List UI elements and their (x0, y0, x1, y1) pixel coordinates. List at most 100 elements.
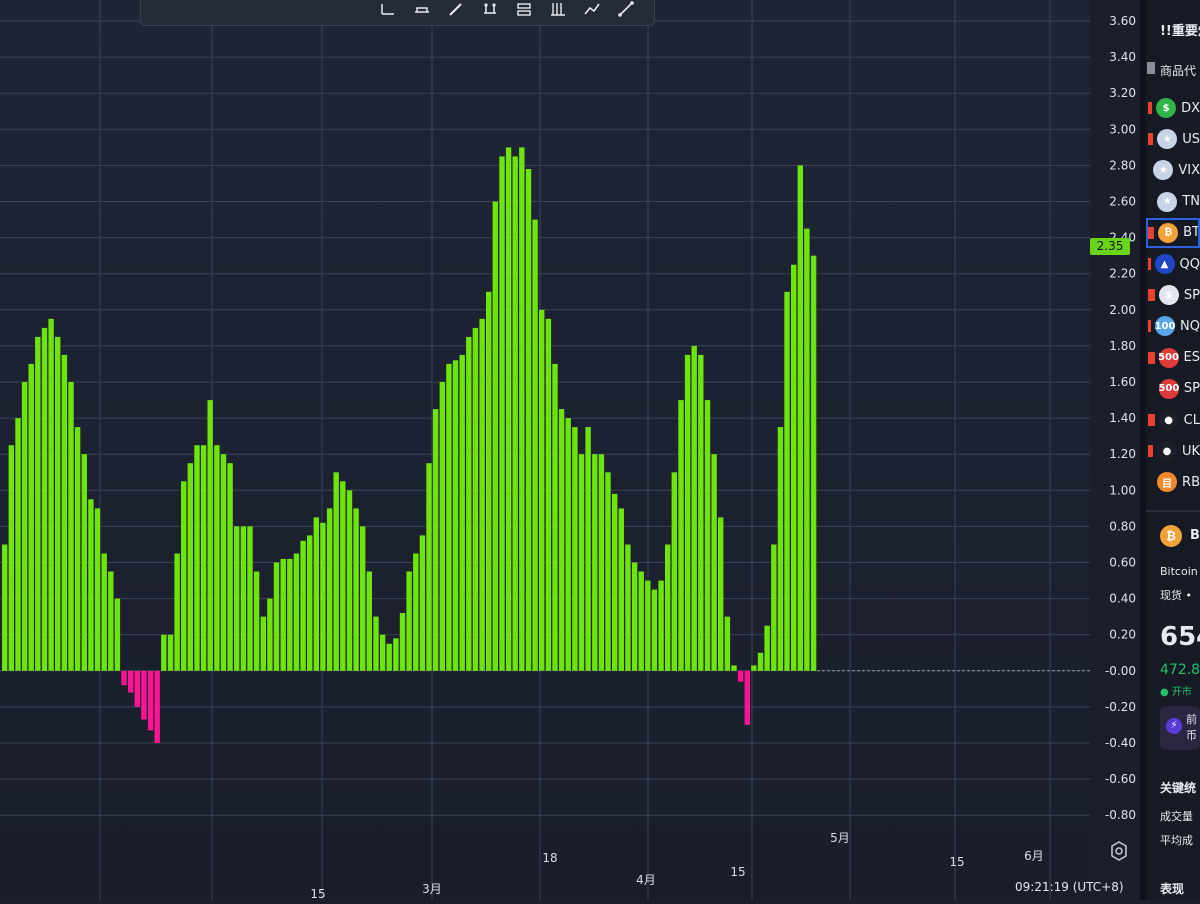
flag-icon[interactable] (1148, 320, 1152, 333)
drawing-toolbar[interactable] (140, 0, 655, 26)
volume-label: 成交量 (1160, 810, 1193, 823)
watchlist-row[interactable]: 目 RB (1146, 467, 1200, 497)
histogram-bar (353, 508, 359, 671)
flag-icon[interactable] (1148, 226, 1155, 239)
chart-canvas[interactable]: 15 3月 18 4月 15 5月 15 6月 (0, 0, 1090, 900)
detail-full-name: Bitcoin (1160, 565, 1198, 578)
histogram-bar (618, 508, 624, 671)
flag-icon (1146, 60, 1156, 79)
histogram-bar (399, 613, 406, 671)
histogram-bar (28, 363, 34, 671)
y-tick-label: 0.80 (1109, 519, 1136, 533)
histogram-bar (114, 598, 121, 671)
symbol-icon: ★ (1157, 191, 1178, 212)
histogram-bar (413, 553, 419, 671)
histogram-bar (585, 427, 591, 671)
flag-icon[interactable] (1148, 102, 1153, 114)
y-tick-label: 1.20 (1109, 447, 1136, 461)
watchlist-row[interactable]: ● CL (1146, 405, 1200, 435)
watchlist-row[interactable]: ★ VIX (1146, 155, 1200, 185)
histogram-bar (406, 571, 412, 671)
watchlist-row[interactable]: ₿ BT (1146, 217, 1200, 248)
histogram-bar (35, 336, 41, 671)
symbol-label: QQ (1179, 256, 1200, 272)
histogram-bar (645, 580, 651, 671)
watchlist-row[interactable]: $ SP (1146, 280, 1200, 310)
flag-icon[interactable] (1148, 258, 1151, 270)
y-tick-label: -0.80 (1105, 808, 1136, 822)
cutlery-icon[interactable] (548, 0, 568, 19)
watchlist-row[interactable]: ★ TN (1146, 187, 1200, 217)
symbol-label: US (1182, 131, 1200, 147)
node-icon[interactable] (514, 0, 534, 19)
column-header[interactable]: 商品代 (1160, 62, 1196, 79)
histogram-bar (539, 309, 545, 671)
symbol-icon: 500 (1158, 347, 1179, 368)
fork-icon[interactable] (480, 0, 500, 19)
histogram-chart[interactable]: 15 3月 18 4月 15 5月 15 6月 (0, 0, 1090, 900)
y-tick-label: 2.20 (1109, 267, 1136, 281)
histogram-bar (141, 670, 147, 720)
histogram-bar (578, 454, 585, 671)
histogram-bar (678, 400, 684, 671)
trend-icon[interactable] (582, 0, 602, 19)
watchlist-row[interactable]: $ DX (1146, 93, 1200, 123)
histogram-bar (757, 652, 764, 671)
histogram-bar (426, 463, 432, 671)
flag-icon[interactable] (1148, 445, 1153, 458)
symbol-icon: $ (1156, 98, 1177, 118)
watchlist-row[interactable]: ● UK (1146, 436, 1200, 466)
histogram-bar (227, 463, 233, 671)
histogram-bar (134, 670, 140, 707)
flag-icon[interactable] (1148, 414, 1155, 426)
histogram-bar (167, 634, 174, 671)
histogram-bar (379, 634, 386, 671)
histogram-bar (326, 508, 333, 671)
flag-icon[interactable] (1148, 351, 1155, 364)
promo-card[interactable]: ⚡ 前 币 (1160, 706, 1200, 750)
histogram-bar (273, 562, 280, 671)
histogram-bar (791, 264, 797, 671)
y-tick-label: -0.20 (1105, 700, 1136, 714)
ray-icon[interactable] (616, 0, 636, 19)
y-tick-label: -0.40 (1105, 736, 1136, 750)
brush-icon[interactable] (446, 0, 466, 19)
histogram-bar (671, 472, 677, 671)
histogram-bar (366, 571, 372, 671)
line-tool-icon[interactable] (412, 0, 432, 19)
watchlist-row[interactable]: 100 NQ (1146, 311, 1200, 341)
detail-change: 472.8 (1160, 662, 1200, 678)
histogram-bar (784, 291, 790, 671)
price-scale[interactable]: 3.603.403.203.002.802.602.402.202.001.80… (1090, 0, 1140, 900)
watchlist-title[interactable]: !!重要灯 (1160, 20, 1200, 39)
watchlist-sidebar[interactable]: !!重要灯 商品代 $DX★US★VIX★TN₿BT▲QQ$SP100NQ500… (1146, 0, 1200, 900)
histogram-bar (638, 571, 644, 671)
histogram-bar (234, 526, 240, 671)
flag-icon[interactable] (1148, 196, 1153, 208)
flag-icon[interactable] (1148, 289, 1155, 302)
symbol-icon: $ (1158, 285, 1179, 306)
histogram-bar (393, 638, 399, 671)
flag-icon[interactable] (1148, 476, 1153, 488)
histogram-bar (459, 354, 465, 671)
histogram-bar (41, 327, 48, 671)
flag-icon[interactable] (1148, 383, 1155, 395)
histogram-bar (552, 363, 558, 671)
histogram-bar (446, 363, 452, 671)
flag-icon[interactable] (1148, 133, 1154, 146)
cross-icon[interactable] (378, 0, 398, 19)
gear-icon[interactable] (1108, 840, 1130, 862)
symbol-label: NQ (1180, 318, 1200, 334)
histogram-bar (220, 454, 227, 671)
histogram-bar (777, 427, 784, 671)
watchlist-row[interactable]: ★ US (1146, 124, 1200, 154)
flag-icon[interactable] (1148, 164, 1149, 176)
histogram-bar (665, 544, 671, 671)
watchlist-row[interactable]: 500 ES (1146, 343, 1200, 373)
symbol-icon: 500 (1158, 378, 1179, 399)
histogram-bar (499, 156, 505, 671)
histogram-bar (174, 553, 180, 671)
watchlist-row[interactable]: ▲ QQ (1146, 249, 1200, 279)
histogram-bar (532, 219, 538, 671)
watchlist-row[interactable]: 500 SP (1146, 374, 1200, 404)
